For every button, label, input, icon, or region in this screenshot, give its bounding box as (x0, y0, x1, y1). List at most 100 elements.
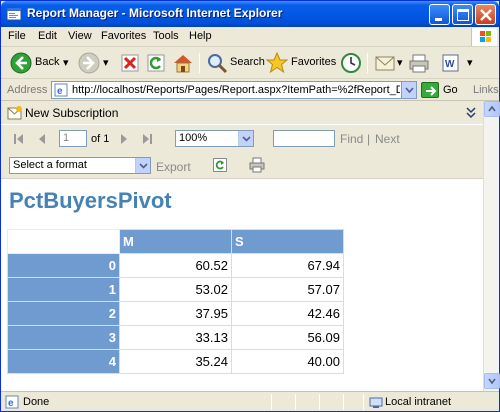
search-icon[interactable] (205, 51, 229, 75)
row-header: 1 (7, 277, 120, 302)
forward-icon[interactable] (77, 51, 101, 75)
title-bar[interactable]: Report Manager - Microsoft Internet Expl… (1, 1, 499, 27)
column-header: S (231, 229, 344, 254)
search-button-label[interactable]: Search (230, 56, 265, 68)
svg-text:e: e (57, 86, 63, 97)
menu-tools[interactable]: Tools (153, 30, 179, 42)
close-icon (480, 9, 492, 21)
address-dropdown-button[interactable] (401, 82, 416, 98)
export-format-select[interactable]: Select a format (9, 157, 151, 174)
table-row: 0 60.52 67.94 (7, 253, 344, 278)
row-header: 2 (7, 301, 120, 326)
menu-help[interactable]: Help (189, 30, 212, 42)
column-header: M (119, 229, 232, 254)
address-field[interactable]: e http://localhost/Reports/Pages/Report.… (51, 81, 417, 99)
table-header-row: M S (7, 229, 344, 254)
table-cell: 33.13 (119, 325, 232, 350)
first-page-icon[interactable] (13, 133, 25, 145)
chevron-up-icon (488, 105, 496, 112)
svg-text:W: W (445, 59, 455, 70)
previous-page-icon[interactable] (37, 133, 47, 145)
last-page-icon[interactable] (141, 133, 153, 145)
table-cell: 57.07 (231, 277, 344, 302)
back-dropdown-icon[interactable]: ▾ (63, 56, 69, 69)
zoom-select[interactable]: 100% (175, 130, 254, 147)
security-zone-label: Local intranet (385, 396, 452, 408)
go-label[interactable]: Go (443, 84, 458, 96)
scroll-down-button[interactable] (484, 373, 500, 389)
scroll-up-button[interactable] (484, 101, 500, 117)
format-dropdown-button[interactable] (135, 158, 150, 173)
table-cell: 35.24 (119, 349, 232, 374)
zoom-value: 100% (179, 132, 208, 144)
address-url[interactable]: http://localhost/Reports/Pages/Report.as… (72, 84, 400, 96)
table-cell: 67.94 (231, 253, 344, 278)
maximize-button[interactable] (452, 4, 473, 25)
row-header: 3 (7, 325, 120, 350)
maximize-icon (457, 9, 469, 21)
row-header: 4 (7, 349, 120, 374)
standard-toolbar: Back ▾ ▾ Search Favorites ▾ W ▾ (1, 47, 499, 79)
intranet-zone-icon (369, 397, 383, 408)
chevron-down-icon (242, 136, 251, 142)
table-row: 4 35.24 40.00 (7, 349, 344, 374)
links-label[interactable]: Links (473, 84, 499, 96)
corner-cell (7, 229, 120, 254)
report-title: PctBuyersPivot (9, 188, 172, 213)
menu-view[interactable]: View (68, 30, 92, 42)
report-viewer: New Subscription 1 of 1 100% Find | Next (1, 101, 483, 391)
subscription-bar: New Subscription (1, 101, 483, 125)
refresh-report-icon[interactable] (213, 158, 227, 172)
find-separator: | (367, 132, 371, 146)
find-text-input[interactable] (273, 130, 335, 147)
menu-file[interactable]: File (8, 30, 26, 42)
edit-word-icon[interactable]: W (439, 51, 463, 75)
status-separator (271, 394, 272, 410)
home-icon[interactable] (171, 51, 195, 75)
table-cell: 53.02 (119, 277, 232, 302)
new-subscription-icon (7, 106, 22, 120)
table-cell: 42.46 (231, 301, 344, 326)
chevron-down-icon (139, 163, 148, 169)
back-icon[interactable] (9, 51, 33, 75)
favorites-button-label[interactable]: Favorites (291, 56, 336, 68)
vertical-scrollbar[interactable] (483, 101, 500, 391)
stop-icon[interactable] (119, 51, 141, 75)
menu-edit[interactable]: Edit (38, 30, 57, 42)
mail-dropdown-icon[interactable]: ▾ (397, 56, 403, 69)
windows-logo (471, 28, 497, 46)
edit-dropdown-icon[interactable]: ▾ (467, 56, 473, 69)
find-next-link[interactable]: Next (375, 132, 400, 146)
back-button-label[interactable]: Back (35, 56, 59, 68)
zoom-dropdown-button[interactable] (238, 131, 253, 146)
status-text: Done (23, 396, 50, 408)
next-page-icon[interactable] (119, 133, 129, 145)
favorites-star-icon[interactable] (265, 51, 289, 75)
table-cell: 60.52 (119, 253, 232, 278)
navigation-toolbar: 1 of 1 100% Find | Next (1, 125, 483, 153)
go-button[interactable] (421, 82, 439, 98)
print-icon[interactable] (407, 51, 431, 75)
menu-favorites[interactable]: Favorites (101, 30, 146, 42)
mail-icon[interactable] (373, 51, 397, 75)
status-separator (319, 394, 320, 410)
minimize-button[interactable] (429, 4, 450, 25)
menu-bar: File Edit View Favorites Tools Help (1, 27, 499, 47)
export-format-value: Select a format (13, 159, 87, 171)
find-link[interactable]: Find (340, 132, 363, 146)
export-link[interactable]: Export (156, 160, 191, 174)
page-done-icon: e (5, 395, 19, 409)
print-report-icon[interactable] (249, 157, 265, 173)
collapse-toolbar-icon[interactable] (465, 105, 477, 119)
status-bar: e Done Local intranet (1, 391, 499, 411)
address-label: Address (7, 84, 48, 96)
close-button[interactable] (475, 4, 496, 25)
table-row: 1 53.02 57.07 (7, 277, 344, 302)
new-subscription-link[interactable]: New Subscription (25, 106, 118, 120)
forward-dropdown-icon[interactable]: ▾ (103, 56, 109, 69)
table-cell: 56.09 (231, 325, 344, 350)
refresh-icon[interactable] (145, 51, 167, 75)
page-number-input[interactable]: 1 (59, 130, 87, 147)
history-icon[interactable] (339, 51, 363, 75)
ie-app-icon (6, 7, 22, 21)
